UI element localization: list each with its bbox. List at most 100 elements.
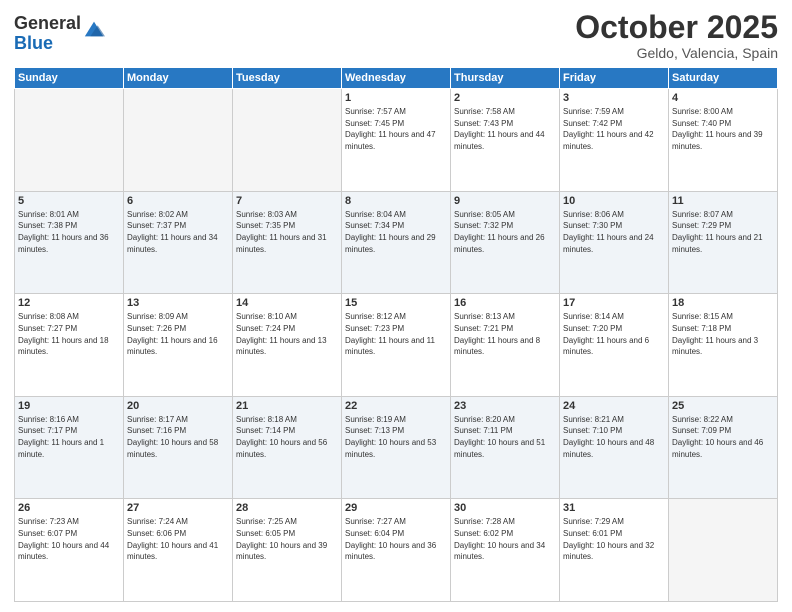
day-info: Sunrise: 8:08 AM Sunset: 7:27 PM Dayligh… — [18, 311, 120, 357]
day-number: 12 — [18, 297, 120, 309]
day-number: 27 — [127, 502, 229, 514]
calendar-cell: 20Sunrise: 8:17 AM Sunset: 7:16 PM Dayli… — [124, 396, 233, 499]
calendar-cell: 5 Sunrise: 8:01 AM Sunset: 7:38 PM Daylig… — [15, 191, 124, 294]
th-sunday: Sunday — [15, 68, 124, 89]
day-number: 6 — [127, 195, 229, 207]
calendar-cell: 26Sunrise: 7:23 AM Sunset: 6:07 PM Dayli… — [15, 499, 124, 602]
calendar-title: October 2025 — [575, 10, 778, 45]
day-info: Sunrise: 8:14 AM Sunset: 7:20 PM Dayligh… — [563, 311, 665, 357]
day-number: 30 — [454, 502, 556, 514]
day-info: Sunrise: 8:03 AM Sunset: 7:35 PM Dayligh… — [236, 209, 338, 255]
calendar-row-5: 26Sunrise: 7:23 AM Sunset: 6:07 PM Dayli… — [15, 499, 778, 602]
logo: General Blue — [14, 14, 105, 54]
calendar-page: General Blue October 2025 Geldo, Valenci… — [0, 0, 792, 612]
day-info: Sunrise: 8:18 AM Sunset: 7:14 PM Dayligh… — [236, 414, 338, 460]
day-number: 22 — [345, 400, 447, 412]
day-number: 17 — [563, 297, 665, 309]
day-info: Sunrise: 7:58 AM Sunset: 7:43 PM Dayligh… — [454, 106, 556, 152]
calendar-cell: 8 Sunrise: 8:04 AM Sunset: 7:34 PM Daylig… — [342, 191, 451, 294]
day-info: Sunrise: 8:09 AM Sunset: 7:26 PM Dayligh… — [127, 311, 229, 357]
logo-blue: Blue — [14, 34, 81, 54]
calendar-row-1: 1 Sunrise: 7:57 AM Sunset: 7:45 PM Daylig… — [15, 89, 778, 192]
calendar-cell: 24 Sunrise: 8:21 AM Sunset: 7:10 PM Dayli… — [560, 396, 669, 499]
day-number: 8 — [345, 195, 447, 207]
day-number: 1 — [345, 92, 447, 104]
day-number: 23 — [454, 400, 556, 412]
calendar-cell — [669, 499, 778, 602]
day-info: Sunrise: 8:06 AM Sunset: 7:30 PM Dayligh… — [563, 209, 665, 255]
calendar-cell: 2 Sunrise: 7:58 AM Sunset: 7:43 PM Daylig… — [451, 89, 560, 192]
day-info: Sunrise: 8:05 AM Sunset: 7:32 PM Dayligh… — [454, 209, 556, 255]
day-number: 18 — [672, 297, 774, 309]
calendar-cell: 23Sunrise: 8:20 AM Sunset: 7:11 PM Dayli… — [451, 396, 560, 499]
calendar-cell: 1 Sunrise: 7:57 AM Sunset: 7:45 PM Daylig… — [342, 89, 451, 192]
day-number: 13 — [127, 297, 229, 309]
day-number: 11 — [672, 195, 774, 207]
day-number: 3 — [563, 92, 665, 104]
calendar-cell: 14 Sunrise: 8:10 AM Sunset: 7:24 PM Dayli… — [233, 294, 342, 397]
th-monday: Monday — [124, 68, 233, 89]
th-thursday: Thursday — [451, 68, 560, 89]
calendar-row-3: 12 Sunrise: 8:08 AM Sunset: 7:27 PM Dayli… — [15, 294, 778, 397]
calendar-cell: 30Sunrise: 7:28 AM Sunset: 6:02 PM Dayli… — [451, 499, 560, 602]
day-info: Sunrise: 8:00 AM Sunset: 7:40 PM Dayligh… — [672, 106, 774, 152]
calendar-cell: 10 Sunrise: 8:06 AM Sunset: 7:30 PM Dayli… — [560, 191, 669, 294]
day-number: 24 — [563, 400, 665, 412]
day-number: 9 — [454, 195, 556, 207]
day-info: Sunrise: 7:27 AM Sunset: 6:04 PM Dayligh… — [345, 516, 447, 562]
title-block: October 2025 Geldo, Valencia, Spain — [575, 10, 778, 61]
calendar-cell — [124, 89, 233, 192]
day-info: Sunrise: 8:19 AM Sunset: 7:13 PM Dayligh… — [345, 414, 447, 460]
day-info: Sunrise: 8:13 AM Sunset: 7:21 PM Dayligh… — [454, 311, 556, 357]
calendar-cell: 9 Sunrise: 8:05 AM Sunset: 7:32 PM Daylig… — [451, 191, 560, 294]
day-info: Sunrise: 8:02 AM Sunset: 7:37 PM Dayligh… — [127, 209, 229, 255]
calendar-cell: 27 Sunrise: 7:24 AM Sunset: 6:06 PM Dayli… — [124, 499, 233, 602]
day-info: Sunrise: 8:04 AM Sunset: 7:34 PM Dayligh… — [345, 209, 447, 255]
calendar-cell — [233, 89, 342, 192]
th-friday: Friday — [560, 68, 669, 89]
day-number: 31 — [563, 502, 665, 514]
th-tuesday: Tuesday — [233, 68, 342, 89]
day-info: Sunrise: 8:22 AM Sunset: 7:09 PM Dayligh… — [672, 414, 774, 460]
calendar-cell: 15Sunrise: 8:12 AM Sunset: 7:23 PM Dayli… — [342, 294, 451, 397]
calendar-cell: 22 Sunrise: 8:19 AM Sunset: 7:13 PM Dayli… — [342, 396, 451, 499]
day-info: Sunrise: 7:25 AM Sunset: 6:05 PM Dayligh… — [236, 516, 338, 562]
day-number: 4 — [672, 92, 774, 104]
calendar-cell: 25Sunrise: 8:22 AM Sunset: 7:09 PM Dayli… — [669, 396, 778, 499]
header-row: Sunday Monday Tuesday Wednesday Thursday… — [15, 68, 778, 89]
calendar-cell: 28 Sunrise: 7:25 AM Sunset: 6:05 PM Dayli… — [233, 499, 342, 602]
day-info: Sunrise: 7:59 AM Sunset: 7:42 PM Dayligh… — [563, 106, 665, 152]
day-number: 16 — [454, 297, 556, 309]
day-info: Sunrise: 8:21 AM Sunset: 7:10 PM Dayligh… — [563, 414, 665, 460]
calendar-cell: 29Sunrise: 7:27 AM Sunset: 6:04 PM Dayli… — [342, 499, 451, 602]
calendar-cell: 12 Sunrise: 8:08 AM Sunset: 7:27 PM Dayli… — [15, 294, 124, 397]
day-info: Sunrise: 7:23 AM Sunset: 6:07 PM Dayligh… — [18, 516, 120, 562]
day-number: 2 — [454, 92, 556, 104]
day-info: Sunrise: 8:15 AM Sunset: 7:18 PM Dayligh… — [672, 311, 774, 357]
calendar-cell: 11Sunrise: 8:07 AM Sunset: 7:29 PM Dayli… — [669, 191, 778, 294]
calendar-cell: 3 Sunrise: 7:59 AM Sunset: 7:42 PM Daylig… — [560, 89, 669, 192]
logo-icon — [83, 18, 105, 40]
day-number: 28 — [236, 502, 338, 514]
day-info: Sunrise: 7:29 AM Sunset: 6:01 PM Dayligh… — [563, 516, 665, 562]
day-info: Sunrise: 8:01 AM Sunset: 7:38 PM Dayligh… — [18, 209, 120, 255]
calendar-cell: 4 Sunrise: 8:00 AM Sunset: 7:40 PM Daylig… — [669, 89, 778, 192]
day-number: 7 — [236, 195, 338, 207]
day-number: 15 — [345, 297, 447, 309]
calendar-cell — [15, 89, 124, 192]
day-info: Sunrise: 7:24 AM Sunset: 6:06 PM Dayligh… — [127, 516, 229, 562]
calendar-table: Sunday Monday Tuesday Wednesday Thursday… — [14, 67, 778, 602]
day-number: 14 — [236, 297, 338, 309]
day-number: 21 — [236, 400, 338, 412]
day-info: Sunrise: 7:57 AM Sunset: 7:45 PM Dayligh… — [345, 106, 447, 152]
calendar-cell: 7 Sunrise: 8:03 AM Sunset: 7:35 PM Daylig… — [233, 191, 342, 294]
th-saturday: Saturday — [669, 68, 778, 89]
calendar-cell: 21 Sunrise: 8:18 AM Sunset: 7:14 PM Dayli… — [233, 396, 342, 499]
day-number: 5 — [18, 195, 120, 207]
calendar-row-2: 5 Sunrise: 8:01 AM Sunset: 7:38 PM Daylig… — [15, 191, 778, 294]
day-number: 10 — [563, 195, 665, 207]
calendar-cell: 6 Sunrise: 8:02 AM Sunset: 7:37 PM Daylig… — [124, 191, 233, 294]
calendar-subtitle: Geldo, Valencia, Spain — [575, 45, 778, 61]
day-info: Sunrise: 8:10 AM Sunset: 7:24 PM Dayligh… — [236, 311, 338, 357]
calendar-cell: 16 Sunrise: 8:13 AM Sunset: 7:21 PM Dayli… — [451, 294, 560, 397]
